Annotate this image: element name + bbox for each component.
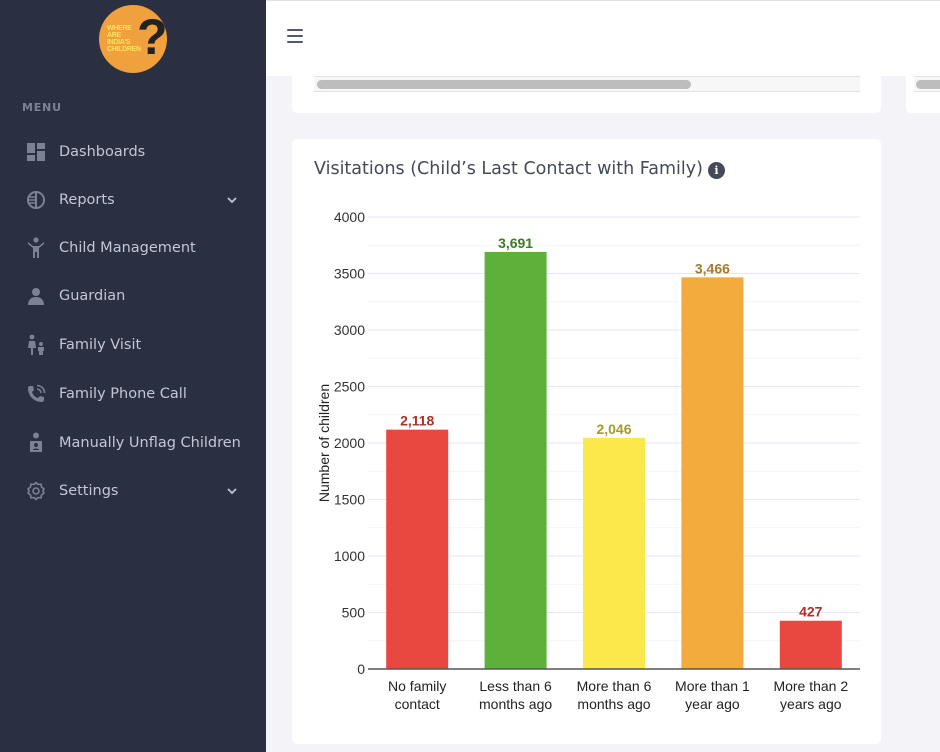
y-tick-label: 2000 <box>334 435 365 451</box>
y-tick-label: 2500 <box>334 379 365 395</box>
x-tick-label: years ago <box>780 696 842 712</box>
x-tick-label: contact <box>395 696 440 712</box>
y-tick-label: 3000 <box>334 322 365 338</box>
x-tick-label: More than 6 <box>577 678 652 694</box>
y-tick-label: 3500 <box>334 266 365 282</box>
bar <box>583 437 645 669</box>
bar <box>779 620 842 669</box>
y-tick-label: 1500 <box>334 492 365 508</box>
bar <box>484 251 547 670</box>
x-tick-label: More than 1 <box>675 678 750 694</box>
x-tick-label: months ago <box>479 696 552 712</box>
bar <box>386 429 449 669</box>
x-tick-label: months ago <box>577 696 650 712</box>
bar <box>681 277 744 669</box>
y-tick-label: 500 <box>342 605 366 621</box>
bar-value-label: 3,466 <box>695 260 730 276</box>
y-tick-label: 4000 <box>334 209 365 225</box>
y-tick-label: 0 <box>357 661 365 677</box>
bar-value-label: 3,691 <box>498 235 533 251</box>
bar-value-label: 2,118 <box>400 413 434 429</box>
y-axis-label: Number of children <box>316 384 332 502</box>
x-tick-label: More than 2 <box>773 678 848 694</box>
bar-value-label: 427 <box>799 604 823 620</box>
bar-value-label: 2,046 <box>596 421 631 437</box>
visitations-chart: 0 500 1000 1500 2000 2500 3000 3500 4000 Number o… <box>316 209 860 712</box>
x-tick-label: No family <box>388 678 446 694</box>
x-tick-label: Less than 6 <box>479 678 552 694</box>
y-tick-label: 1000 <box>334 548 365 564</box>
x-tick-label: year ago <box>685 696 740 712</box>
